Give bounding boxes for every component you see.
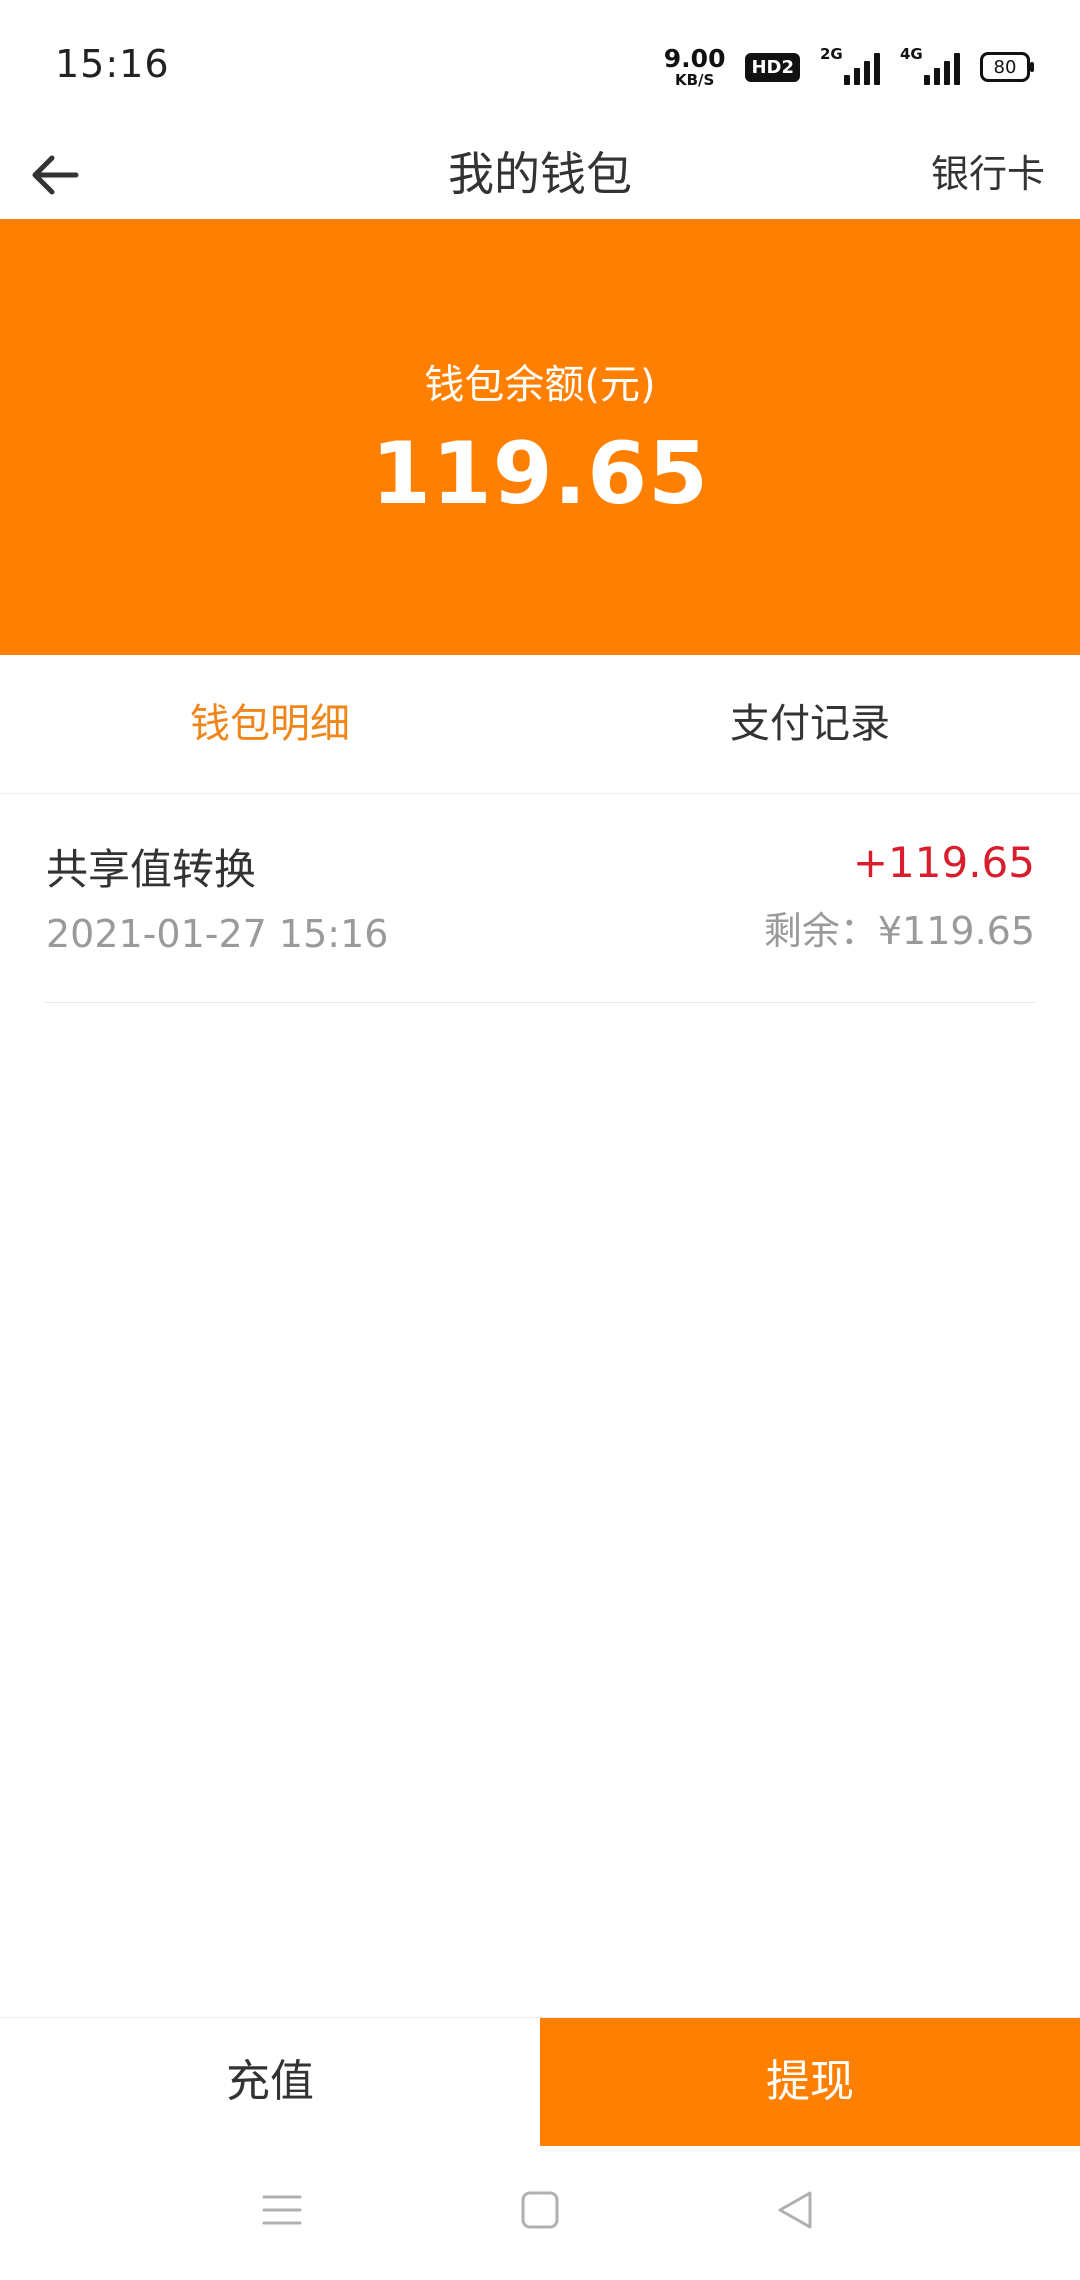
menu-icon xyxy=(262,2195,302,2225)
wallet-tabs: 钱包明细 支付记录 xyxy=(0,655,1080,794)
network-speed-unit: KB/S xyxy=(674,71,715,89)
menu-nav-button[interactable] xyxy=(252,2180,312,2240)
signal-2g-icon: 2G xyxy=(820,45,880,85)
recharge-button[interactable]: 充值 xyxy=(0,2018,540,2146)
signal-2g-tag: 2G xyxy=(820,45,843,63)
status-time: 15:16 xyxy=(55,42,170,86)
balance-value: 119.65 xyxy=(371,424,709,524)
signal-4g-tag: 4G xyxy=(900,45,923,63)
status-bar: 15:16 9.00 KB/S HD2 2G 4G 80 xyxy=(0,0,1080,130)
app-header: 我的钱包 银行卡 xyxy=(0,130,1080,219)
hd-voice-icon: HD2 xyxy=(745,52,800,82)
bank-card-link[interactable]: 银行卡 xyxy=(931,130,1045,219)
back-button[interactable] xyxy=(25,130,85,219)
balance-banner: 钱包余额(元) 119.65 xyxy=(0,219,1080,655)
network-speed-value: 9.00 xyxy=(663,44,726,73)
battery-level: 80 xyxy=(993,56,1017,78)
status-icons: 9.00 KB/S HD2 2G 4G 80 xyxy=(664,44,1034,90)
home-square-icon xyxy=(521,2191,559,2229)
back-nav-button[interactable] xyxy=(765,2180,825,2240)
withdraw-button[interactable]: 提现 xyxy=(540,2018,1080,2146)
tab-payment-records[interactable]: 支付记录 xyxy=(540,655,1080,793)
transaction-remaining: 剩余：¥119.65 xyxy=(763,909,1035,953)
home-nav-button[interactable] xyxy=(510,2180,570,2240)
signal-4g-icon: 4G xyxy=(900,45,960,85)
arrow-left-icon xyxy=(32,155,79,194)
battery-icon: 80 xyxy=(980,52,1034,82)
transaction-date: 2021-01-27 15:16 xyxy=(46,912,389,956)
list-item[interactable]: 共享值转换 2021-01-27 15:16 +119.65 剩余：¥119.6… xyxy=(44,794,1035,1003)
transaction-list: 共享值转换 2021-01-27 15:16 +119.65 剩余：¥119.6… xyxy=(0,794,1080,1003)
balance-label: 钱包余额(元) xyxy=(424,362,656,408)
transaction-amount: +119.65 xyxy=(852,838,1035,887)
tab-wallet-details[interactable]: 钱包明细 xyxy=(0,655,540,793)
network-speed: 9.00 KB/S xyxy=(664,46,726,88)
system-nav-bar xyxy=(0,2145,1080,2280)
action-bar: 充值 提现 xyxy=(0,2017,1080,2146)
triangle-back-icon xyxy=(778,2191,812,2229)
transaction-title: 共享值转换 xyxy=(46,845,257,894)
page-title: 我的钱包 xyxy=(448,147,632,201)
